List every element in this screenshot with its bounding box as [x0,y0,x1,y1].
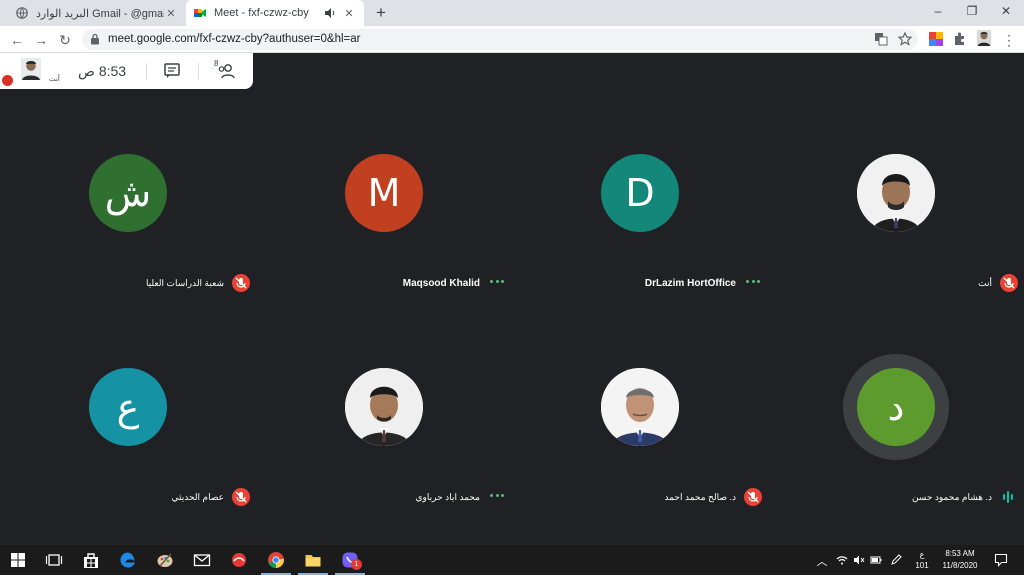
pen-workspace-icon[interactable] [890,554,902,566]
participant-name: د. هشام محمود حسن [911,492,992,502]
participant-tile[interactable]: D DrLazim HortOffice [512,86,764,298]
participant-tile[interactable]: محمد اياد حرباوي [256,300,508,512]
tab-gmail[interactable]: البريد الوارد Gmail - @gmail.com ✕ [8,0,186,26]
mic-off-icon [232,274,250,292]
input-language-bottom[interactable]: 101 [914,561,930,570]
mail-icon[interactable] [193,551,211,569]
person-photo-icon [345,368,423,446]
participant-name: أنت [978,278,992,288]
translate-icon[interactable] [874,32,888,46]
participant-name: عصام الحديثي [171,492,225,502]
extensions-puzzle-icon[interactable] [952,31,968,47]
participant-name: محمد اياد حرباوي [415,492,480,502]
participant-avatar: D [601,154,679,232]
new-tab-button[interactable]: + [372,4,390,22]
volume-muted-icon[interactable] [853,554,865,566]
participant-name: Maqsood Khalid [402,278,480,289]
tab-meet[interactable]: Meet - fxf-czwz-cby ✕ [186,0,364,26]
maximize-button[interactable]: ❐ [954,0,990,24]
participant-photo [345,368,423,446]
person-photo-icon [857,154,935,232]
close-tab-icon[interactable]: ✕ [164,7,178,20]
reload-icon[interactable]: ↻ [56,31,74,49]
mic-off-icon [1000,274,1018,292]
participant-name: د. صالح محمد احمد [664,492,737,502]
url-text: meet.google.com/fxf-czwz-cby?authuser=0&… [108,33,361,45]
close-window-button[interactable]: ✕ [988,0,1024,24]
address-bar[interactable]: meet.google.com/fxf-czwz-cby?authuser=0&… [82,29,918,50]
meeting-clock: 8:53 ص [78,63,127,79]
self-label: أنت [49,76,60,83]
person-photo-icon [601,368,679,446]
show-hidden-icons-icon[interactable]: ︿ [816,553,828,569]
viber-badge: 1 [351,559,362,570]
taskbar-clock-date[interactable]: 11/8/2020 [936,561,984,570]
participant-tile[interactable]: ش شعبة الدراسات العليا [0,86,252,298]
meet-logo-icon [194,9,206,17]
participant-photo [857,154,935,232]
mic-off-icon [232,488,250,506]
participant-name: DrLazim HortOffice [644,278,736,289]
windows-taskbar: 1 ︿ ع 101 8:53 AM 11/8/2020 [0,545,1024,575]
participant-avatar: ع [89,368,167,446]
close-tab-icon[interactable]: ✕ [342,7,356,20]
action-center-icon[interactable] [994,553,1008,567]
audio-level-icon [1003,491,1013,503]
lock-icon[interactable] [90,33,100,45]
more-options-icon[interactable] [490,280,504,298]
taskbar-clock-time[interactable]: 8:53 AM [936,549,984,558]
task-view-icon[interactable] [45,551,63,569]
color-extension-icon[interactable] [928,31,944,47]
participant-avatar: M [345,154,423,232]
minimize-button[interactable]: – [920,0,956,24]
profile-avatar-icon[interactable] [976,30,992,46]
chat-icon[interactable] [164,63,180,79]
input-language-top[interactable]: ع [914,550,930,559]
people-icon[interactable] [216,61,236,81]
self-muted-icon [2,75,13,86]
forward-icon[interactable]: → [32,31,50,49]
participant-tile[interactable]: ع عصام الحديثي [0,300,252,512]
divider [146,63,147,79]
windows-start-icon[interactable] [9,551,27,569]
divider [198,63,199,79]
battery-icon[interactable] [870,554,882,566]
wifi-icon[interactable] [836,554,848,566]
meeting-info-card: أنت 8:53 ص 8 [0,53,253,89]
participant-avatar: ش [89,154,167,232]
back-icon[interactable]: ← [8,31,26,49]
tab-audio-icon[interactable] [324,7,336,19]
bookmark-star-icon[interactable] [898,32,912,46]
store-icon[interactable] [82,551,100,569]
file-explorer-icon[interactable] [304,551,322,569]
participant-tile[interactable]: د. صالح محمد احمد [512,300,764,512]
mic-off-icon [744,488,762,506]
tab-title: البريد الوارد Gmail - @gmail.com [36,7,164,20]
snipping-tool-icon[interactable] [230,551,248,569]
chrome-icon[interactable] [267,551,285,569]
participant-name: شعبة الدراسات العليا [145,278,224,288]
participant-avatar: د [857,368,935,446]
paint-app-icon[interactable] [156,551,174,569]
more-options-icon[interactable] [746,280,760,298]
participant-photo [601,368,679,446]
self-avatar[interactable] [21,58,41,80]
browser-tab-strip: البريد الوارد Gmail - @gmail.com ✕ Meet … [0,0,1024,26]
browser-menu-icon[interactable]: ⋮ [1000,31,1018,49]
globe-icon [16,7,28,19]
browser-toolbar: ← → ↻ meet.google.com/fxf-czwz-cby?authu… [0,26,1024,53]
participant-tile[interactable]: أنت [768,86,1020,298]
participant-tile[interactable]: د د. هشام محمود حسن [768,300,1020,512]
more-options-icon[interactable] [490,494,504,512]
edge-browser-icon[interactable] [119,551,137,569]
participant-tile[interactable]: M Maqsood Khalid [256,86,508,298]
tab-title: Meet - fxf-czwz-cby [214,7,309,19]
